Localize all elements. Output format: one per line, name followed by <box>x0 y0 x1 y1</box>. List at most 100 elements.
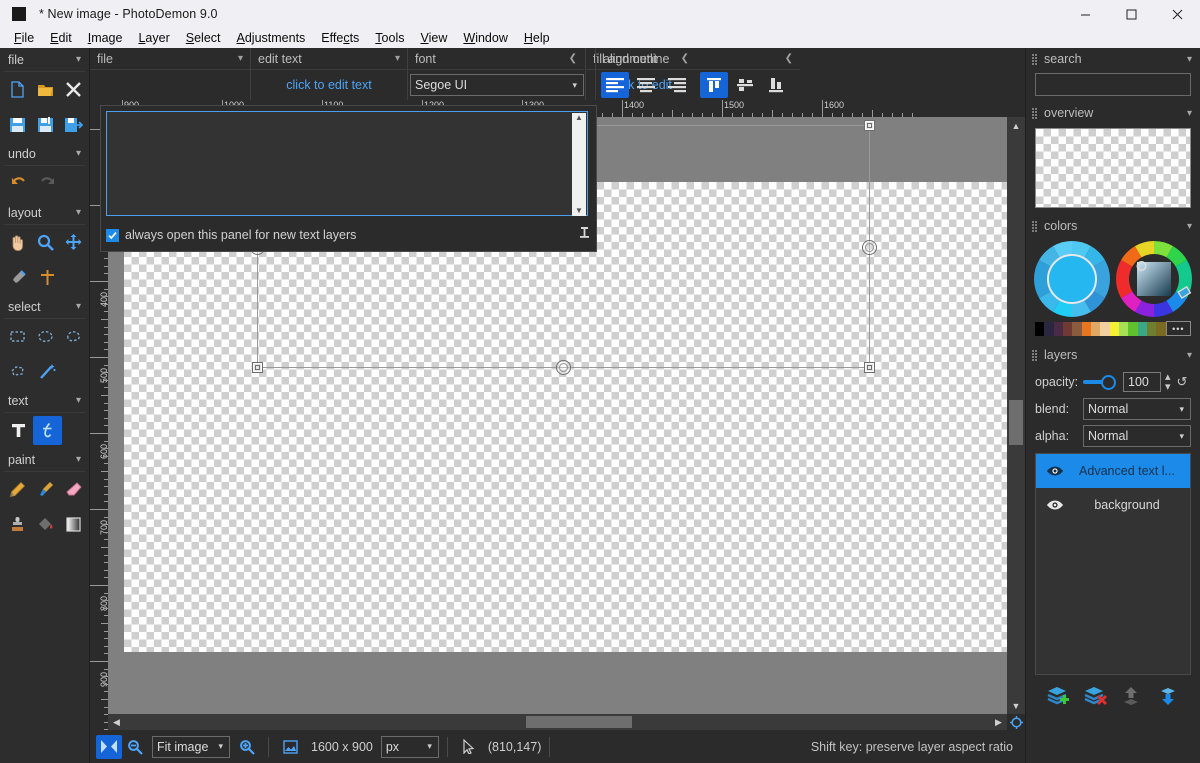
scroll-up-icon[interactable]: ▲ <box>1007 117 1025 134</box>
tool-basic-text[interactable] <box>4 416 33 445</box>
toolgroup-paint-header[interactable]: paint ▾ <box>4 448 85 472</box>
canvas-horizontal-scrollbar[interactable]: ◀ ▶ <box>108 714 1007 730</box>
zoom-in-icon[interactable] <box>234 735 260 759</box>
maximize-icon[interactable] <box>1108 0 1154 28</box>
align-middle-icon[interactable] <box>731 72 759 98</box>
opacity-spinner[interactable]: ▴▾ <box>1165 372 1171 392</box>
scroll-left-icon[interactable]: ◀ <box>108 714 125 730</box>
tool-crosshair[interactable] <box>33 263 62 292</box>
tool-open-image[interactable] <box>32 75 60 104</box>
move-layer-down-icon[interactable] <box>1153 682 1183 710</box>
opacity-slider[interactable] <box>1083 375 1117 389</box>
color-swatch[interactable] <box>1072 322 1081 336</box>
search-input-field[interactable] <box>1036 74 1190 95</box>
tool-undo[interactable] <box>4 169 33 198</box>
tool-redo[interactable] <box>33 169 62 198</box>
color-swatch[interactable] <box>1128 322 1137 336</box>
tool-select-ellipse[interactable] <box>32 322 60 351</box>
opacity-reset-icon[interactable]: ↺ <box>1177 374 1188 390</box>
scroll-down-icon[interactable]: ▼ <box>1007 697 1025 714</box>
toolgroup-file-header[interactable]: file ▾ <box>4 48 85 72</box>
color-swatch[interactable] <box>1054 322 1063 336</box>
tool-advanced-text[interactable] <box>33 416 62 445</box>
tool-gradient[interactable] <box>59 510 87 539</box>
chevron-down-icon[interactable]: ▾ <box>1187 108 1200 119</box>
color-swatch[interactable] <box>1110 322 1119 336</box>
scroll-down-icon[interactable]: ▼ <box>575 206 583 216</box>
zoom-level-dropdown[interactable]: Fit image ▾ <box>152 736 230 758</box>
align-left-icon[interactable] <box>601 72 629 98</box>
delete-layer-icon[interactable] <box>1080 682 1110 710</box>
tool-hand[interactable] <box>4 228 32 257</box>
menu-help[interactable]: Help <box>516 30 558 46</box>
menu-select[interactable]: Select <box>178 30 229 46</box>
drag-grip-icon[interactable] <box>1032 220 1039 232</box>
align-bottom-icon[interactable] <box>762 72 790 98</box>
color-swatch[interactable] <box>1100 322 1109 336</box>
tool-select-lasso[interactable] <box>59 322 87 351</box>
color-swatch[interactable] <box>1119 322 1128 336</box>
color-swatch[interactable] <box>1091 322 1100 336</box>
align-center-icon[interactable] <box>632 72 660 98</box>
menu-adjustments[interactable]: Adjustments <box>229 30 314 46</box>
textarea-scrollbar[interactable]: ▲ ▼ <box>572 113 586 216</box>
vertical-scroll-thumb[interactable] <box>1009 400 1023 445</box>
layers-panel-header[interactable]: layers ▾ <box>1026 344 1200 366</box>
layer-row-advanced-text[interactable]: Advanced text l... <box>1036 454 1190 488</box>
option-font-header[interactable]: font ❮ <box>408 48 584 70</box>
drag-grip-icon[interactable] <box>1032 349 1039 361</box>
canvas-fit-corner-button[interactable] <box>1007 714 1025 730</box>
menu-window[interactable]: Window <box>455 30 515 46</box>
tool-export-image[interactable] <box>59 110 87 139</box>
scroll-up-icon[interactable]: ▲ <box>575 113 583 123</box>
zoom-out-icon[interactable] <box>122 735 148 759</box>
eye-visibility-icon[interactable] <box>1036 499 1074 511</box>
horizontal-scroll-thumb[interactable] <box>526 716 632 728</box>
alpha-mode-dropdown[interactable]: Normal ▾ <box>1083 425 1191 447</box>
search-input[interactable] <box>1035 73 1191 96</box>
toolgroup-layout-header[interactable]: layout ▾ <box>4 201 85 225</box>
tool-paintbrush[interactable] <box>32 475 60 504</box>
fit-image-icon[interactable] <box>96 735 122 759</box>
tool-move[interactable] <box>59 228 87 257</box>
menu-tools[interactable]: Tools <box>367 30 412 46</box>
tool-select-polygon[interactable] <box>4 357 33 386</box>
tool-new-image[interactable] <box>4 75 32 104</box>
chevron-down-icon[interactable]: ▾ <box>1187 221 1200 232</box>
menu-view[interactable]: View <box>412 30 455 46</box>
option-alignment-header[interactable]: alignment ❮ <box>596 48 800 70</box>
chevron-down-icon[interactable]: ▾ <box>1187 54 1200 65</box>
drag-grip-icon[interactable] <box>1032 53 1039 65</box>
collapse-left-icon[interactable]: ❮ <box>785 53 800 64</box>
color-swatch[interactable] <box>1156 322 1165 336</box>
minimize-icon[interactable] <box>1062 0 1108 28</box>
collapse-left-icon[interactable]: ❮ <box>569 53 584 64</box>
menu-edit[interactable]: Edit <box>42 30 80 46</box>
option-edit-text-header[interactable]: edit text ▾ <box>251 48 407 70</box>
overview-thumbnail[interactable] <box>1035 128 1191 208</box>
scroll-right-icon[interactable]: ▶ <box>990 714 1007 730</box>
tool-clone-stamp[interactable] <box>4 510 32 539</box>
color-wheel-picker[interactable] <box>1116 241 1192 317</box>
color-swatch[interactable] <box>1147 322 1156 336</box>
canvas-vertical-scrollbar[interactable]: ▲ ▼ <box>1007 117 1025 714</box>
color-swatch[interactable] <box>1138 322 1147 336</box>
selection-handle-top-right[interactable] <box>864 120 875 131</box>
opacity-value[interactable]: 100 <box>1123 372 1161 392</box>
color-swatch[interactable] <box>1063 322 1072 336</box>
align-right-icon[interactable] <box>663 72 691 98</box>
tool-close-image[interactable] <box>59 75 87 104</box>
tool-save-image[interactable] <box>4 110 32 139</box>
search-panel-header[interactable]: search ▾ <box>1026 48 1200 70</box>
font-family-dropdown[interactable]: Segoe UI ▾ <box>410 74 584 96</box>
eye-visibility-icon[interactable] <box>1036 465 1074 477</box>
tool-pencil[interactable] <box>4 475 32 504</box>
option-file-header[interactable]: file ▾ <box>90 48 250 70</box>
menu-effects[interactable]: Effects <box>313 30 367 46</box>
blend-mode-dropdown[interactable]: Normal ▾ <box>1083 398 1191 420</box>
tool-save-as[interactable] <box>32 110 60 139</box>
move-layer-up-icon[interactable] <box>1116 682 1146 710</box>
pin-icon[interactable] <box>578 226 591 244</box>
add-layer-icon[interactable] <box>1043 682 1073 710</box>
toolgroup-text-header[interactable]: text ▾ <box>4 389 85 413</box>
